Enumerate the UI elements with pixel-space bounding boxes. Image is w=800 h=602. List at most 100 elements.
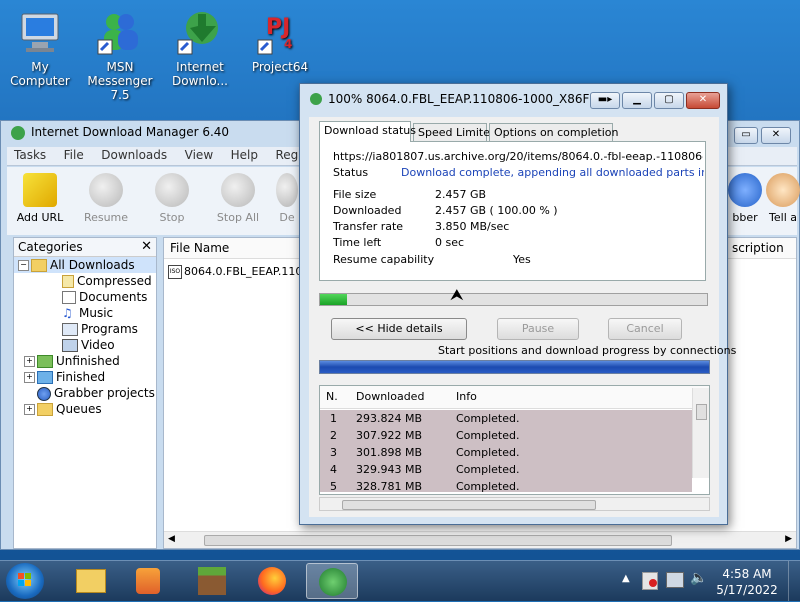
dialog-title: 100% 8064.0.FBL_EEAP.110806-1000_X86FRE_… <box>328 92 598 106</box>
tell-a-friend-icon <box>766 173 800 207</box>
expand-icon[interactable]: + <box>24 404 35 415</box>
program-window-icon <box>62 323 78 336</box>
document-icon <box>62 291 76 304</box>
tree-item-unfinished[interactable]: + Unfinished <box>14 353 156 369</box>
downloaded-value: 2.457 GB ( 100.00 % ) <box>435 204 558 217</box>
scroll-thumb[interactable] <box>342 500 596 510</box>
desktop-icon-my-computer[interactable]: My Computer <box>0 8 80 88</box>
scroll-thumb[interactable] <box>204 535 672 546</box>
minimize-button[interactable]: ▁ <box>622 92 652 109</box>
tree-item-music[interactable]: ♫ Music <box>14 305 156 321</box>
desktop-icon-msn[interactable]: MSN Messenger 7.5 <box>80 8 160 102</box>
taskbar-minecraft[interactable] <box>186 563 238 599</box>
clock-time: 4:58 AM <box>722 567 772 581</box>
idm-dialog-icon <box>310 93 322 105</box>
tree-item-video[interactable]: Video <box>14 337 156 353</box>
stop-all-button[interactable]: Stop All <box>209 173 267 224</box>
stop-button[interactable]: Stop <box>143 173 201 224</box>
status-label: Status <box>333 166 369 179</box>
table-row[interactable]: ISO 8064.0.FBL_EEAP.1108 <box>168 264 309 280</box>
tree-item-queues[interactable]: + Queues <box>14 401 156 417</box>
tree-item-programs[interactable]: Programs <box>14 321 156 337</box>
expand-icon[interactable]: + <box>24 372 35 383</box>
tree-item-compressed[interactable]: Compressed <box>14 273 156 289</box>
window-title: Internet Download Manager 6.40 <box>11 125 229 140</box>
menu-view[interactable]: View <box>178 147 220 163</box>
pause-button[interactable]: Pause <box>497 318 579 340</box>
file-size-label: File size <box>333 188 377 201</box>
column-file-name[interactable]: File Name <box>170 238 229 258</box>
connections-caption: Start positions and download progress by… <box>438 344 737 357</box>
connections-table: N. Downloaded Info 1 293.824 MB Complete… <box>319 385 710 495</box>
tab-options-on-completion[interactable]: Options on completion <box>489 123 619 141</box>
collapse-icon[interactable]: − <box>18 260 29 271</box>
horizontal-scrollbar[interactable] <box>319 497 710 511</box>
table-row[interactable]: 2 307.922 MB Completed. <box>320 427 692 444</box>
arrow-button[interactable]: ▬▸ <box>590 92 620 109</box>
horizontal-scrollbar[interactable]: ◀ ▶ <box>164 531 796 548</box>
taskbar: ▲ 🔈 4:58 AM 5/17/2022 <box>0 560 800 601</box>
resume-capability-label: Resume capability <box>333 253 435 266</box>
tree-item-documents[interactable]: Documents <box>14 289 156 305</box>
close-categories-icon[interactable]: ✕ <box>141 238 152 256</box>
tell-a-friend-button[interactable]: Tell a <box>765 173 800 224</box>
scroll-left-icon[interactable]: ◀ <box>168 534 175 544</box>
desktop-icon-project64[interactable]: PJ 4 Project64 <box>240 8 320 74</box>
column-n[interactable]: N. <box>326 386 338 408</box>
connections-header: N. Downloaded Info <box>320 386 709 409</box>
scroll-right-icon[interactable]: ▶ <box>785 534 792 544</box>
table-row[interactable]: 1 293.824 MB Completed. <box>320 410 692 427</box>
close-button[interactable]: ✕ <box>686 92 720 109</box>
tree-item-all-downloads[interactable]: − All Downloads <box>14 257 156 273</box>
grabber-button[interactable]: bber <box>725 173 765 224</box>
folder-icon <box>76 569 106 593</box>
tab-speed-limiter[interactable]: Speed Limiter <box>413 123 495 141</box>
tree-item-finished[interactable]: + Finished <box>14 369 156 385</box>
tab-download-status[interactable]: Download status <box>319 121 416 142</box>
msn-messenger-icon <box>96 8 144 56</box>
scroll-thumb[interactable] <box>696 404 707 420</box>
desktop-icon-label: Project64 <box>251 60 309 74</box>
categories-panel: Categories ✕ − All Downloads Compressed D… <box>13 237 157 549</box>
show-hidden-icons-icon[interactable]: ▲ <box>622 573 630 584</box>
vertical-scrollbar[interactable] <box>692 388 709 478</box>
table-row[interactable]: 4 329.943 MB Completed. <box>320 461 692 478</box>
show-desktop-button[interactable] <box>788 561 800 601</box>
column-description[interactable]: scription <box>732 238 784 258</box>
menu-downloads[interactable]: Downloads <box>94 147 174 163</box>
add-url-button[interactable]: Add URL <box>11 173 69 224</box>
cancel-button[interactable]: Cancel <box>608 318 682 340</box>
taskbar-firefox[interactable] <box>246 563 298 599</box>
menu-file[interactable]: File <box>57 147 91 163</box>
taskbar-explorer[interactable] <box>64 563 116 599</box>
network-icon[interactable] <box>666 572 684 588</box>
column-info[interactable]: Info <box>456 386 477 408</box>
volume-icon[interactable]: 🔈 <box>690 570 707 586</box>
taskbar-idm[interactable] <box>306 563 358 599</box>
status-panel: https://ia801807.us.archive.org/20/items… <box>319 141 706 281</box>
minimize-button[interactable]: ▭ <box>734 127 758 144</box>
maximize-button[interactable]: ▢ <box>654 92 684 109</box>
table-row[interactable]: 5 328.781 MB Completed. <box>320 478 692 493</box>
dialog-body: Download status Speed Limiter Options on… <box>309 117 736 517</box>
clock[interactable]: 4:58 AM 5/17/2022 <box>716 566 778 598</box>
close-icon[interactable]: ✕ <box>761 127 791 144</box>
idm-globe-icon <box>176 8 224 56</box>
action-center-icon[interactable] <box>642 572 658 590</box>
expand-icon[interactable]: + <box>24 356 35 367</box>
download-progress-dialog: 100% 8064.0.FBL_EEAP.110806-1000_X86FRE_… <box>299 83 736 525</box>
iso-file-icon: ISO <box>168 265 182 279</box>
computer-icon <box>16 8 64 56</box>
desktop-icon-idm[interactable]: Internet Downlo... <box>160 8 240 88</box>
tree-item-grabber-projects[interactable]: Grabber projects <box>14 385 156 401</box>
time-left-label: Time left <box>333 236 382 249</box>
taskbar-media-player[interactable] <box>122 563 174 599</box>
minecraft-block-icon <box>198 567 226 595</box>
resume-button[interactable]: Resume <box>77 173 135 224</box>
hide-details-button[interactable]: << Hide details <box>331 318 467 340</box>
menu-help[interactable]: Help <box>224 147 265 163</box>
menu-tasks[interactable]: Tasks <box>7 147 53 163</box>
start-button[interactable] <box>6 563 44 599</box>
column-downloaded[interactable]: Downloaded <box>356 386 424 408</box>
table-row[interactable]: 3 301.898 MB Completed. <box>320 444 692 461</box>
